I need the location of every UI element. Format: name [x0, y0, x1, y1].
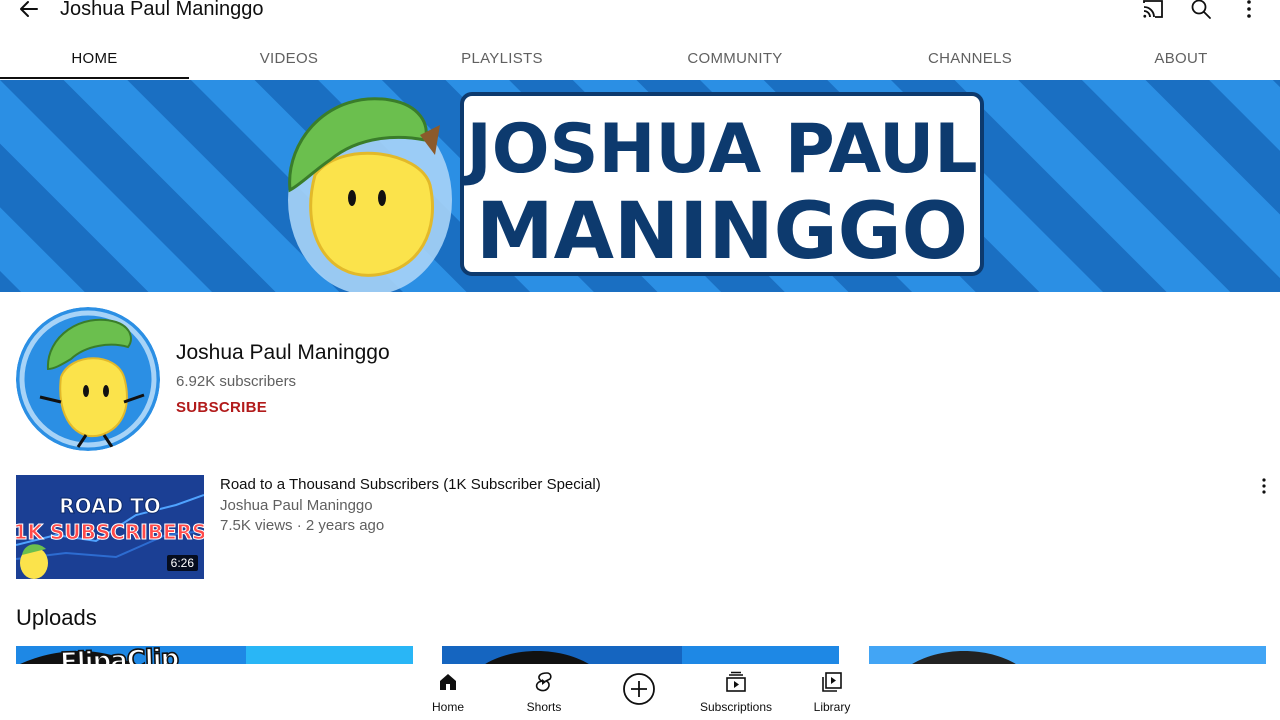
channel-tabs: HOME VIDEOS PLAYLISTS COMMUNITY CHANNELS… [0, 36, 1280, 80]
thumb-text-line2: 1K SUBSCRIBERS [16, 520, 204, 544]
video-duration: 6:26 [166, 555, 198, 571]
nav-home[interactable]: Home [398, 664, 498, 720]
upload-thumbnail[interactable] [442, 646, 839, 666]
channel-name: Joshua Paul Maninggo [176, 341, 390, 364]
featured-video-title[interactable]: Road to a Thousand Subscribers (1K Subsc… [220, 476, 601, 493]
tab-about[interactable]: ABOUT [1081, 36, 1280, 80]
home-icon [436, 670, 460, 694]
top-app-bar: Joshua Paul Maninggo [0, 0, 1280, 24]
nav-library[interactable]: Library [782, 664, 882, 720]
featured-video-thumbnail[interactable]: ROAD TO 1K SUBSCRIBERS 6:26 [16, 475, 204, 579]
cast-icon[interactable] [1140, 0, 1166, 22]
library-icon [820, 670, 844, 694]
featured-video-channel: Joshua Paul Maninggo [220, 497, 373, 514]
nav-subscriptions-label: Subscriptions [699, 700, 773, 714]
subscriber-count: 6.92K subscribers [176, 373, 297, 390]
subscribe-button[interactable]: SUBSCRIBE [176, 399, 267, 416]
featured-video-meta: 7.5K views · 2 years ago [220, 517, 385, 534]
more-vert-icon[interactable] [1236, 0, 1262, 22]
nav-library-label: Library [813, 700, 851, 714]
tab-home[interactable]: HOME [0, 36, 189, 80]
banner-title-line2: MANINGGO [476, 187, 968, 277]
active-tab-indicator [0, 77, 189, 79]
nav-subscriptions[interactable]: Subscriptions [686, 664, 786, 720]
mango-mascot-image [288, 97, 452, 292]
subscriptions-icon [724, 670, 748, 694]
tab-community[interactable]: COMMUNITY [635, 36, 835, 80]
tab-videos[interactable]: VIDEOS [189, 36, 389, 80]
channel-title: Joshua Paul Maninggo [60, 0, 264, 20]
nav-home-label: Home [431, 700, 464, 714]
nav-shorts[interactable]: Shorts [494, 664, 594, 720]
upload-thumbnail[interactable] [869, 646, 1266, 666]
thumb-text-line1: ROAD TO [59, 494, 161, 518]
more-vert-icon[interactable] [1254, 476, 1274, 496]
channel-avatar[interactable] [16, 307, 160, 451]
back-arrow-icon[interactable] [16, 0, 42, 22]
uploads-heading: Uploads [16, 605, 97, 630]
nav-shorts-label: Shorts [526, 700, 562, 714]
bottom-navigation: Home Shorts Subscriptions Library [0, 664, 1280, 720]
shorts-icon [532, 670, 556, 694]
create-icon[interactable] [622, 672, 656, 706]
banner-title-line1: JOSHUA PAUL [462, 110, 977, 189]
tab-playlists[interactable]: PLAYLISTS [402, 36, 602, 80]
banner-title: JOSHUA PAUL MANINGGO [460, 92, 984, 277]
search-icon[interactable] [1188, 0, 1214, 22]
channel-banner: JOSHUA PAUL MANINGGO [0, 80, 1280, 292]
tab-channels[interactable]: CHANNELS [870, 36, 1070, 80]
